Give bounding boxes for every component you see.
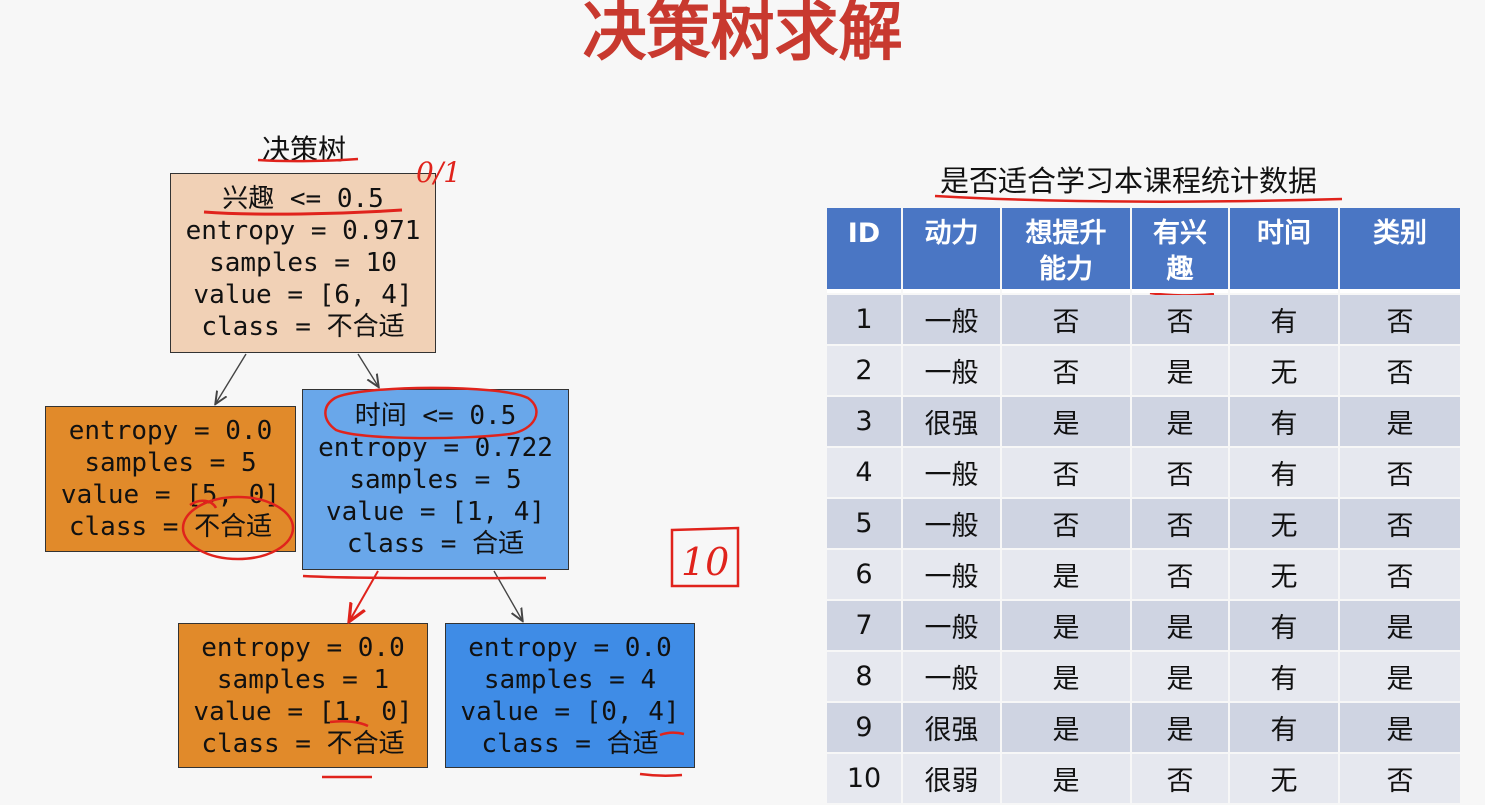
cell-improve: 是 [1002, 397, 1130, 446]
table-row: 6 一般是否无否 [827, 550, 1460, 599]
cell-id: 5 [827, 499, 901, 548]
cell-motivation: 一般 [903, 448, 1000, 497]
header-class: 类别 [1340, 208, 1460, 293]
cell-class: 是 [1340, 601, 1460, 650]
data-table: ID 动力 想提升能力 有兴趣 时间 类别 1 一般否否有否 2 一般否是无否 3 很强是… [825, 206, 1462, 805]
table-row: 3 很强是是有是 [827, 397, 1460, 446]
table-row: 5 一般否否无否 [827, 499, 1460, 548]
cell-interest: 是 [1132, 346, 1228, 395]
cell-id: 7 [827, 601, 901, 650]
cell-time: 有 [1230, 703, 1338, 752]
cell-id: 6 [827, 550, 901, 599]
cell-time: 有 [1230, 397, 1338, 446]
cell-class: 否 [1340, 295, 1460, 344]
table-row: 1 一般否否有否 [827, 295, 1460, 344]
cell-interest: 否 [1132, 550, 1228, 599]
cell-id: 9 [827, 703, 901, 752]
table-row: 10 很弱是否无否 [827, 754, 1460, 803]
ink-ratio-label: 0/1 [416, 156, 461, 189]
cell-motivation: 一般 [903, 550, 1000, 599]
header-interest: 有兴趣 [1132, 208, 1228, 293]
ink-mark-ll-value [329, 719, 369, 728]
table-header-row: ID 动力 想提升能力 有兴趣 时间 类别 [827, 208, 1460, 293]
cell-interest: 否 [1132, 754, 1228, 803]
cell-motivation: 一般 [903, 499, 1000, 548]
cell-time: 无 [1230, 346, 1338, 395]
cell-improve: 是 [1002, 703, 1130, 752]
header-improve: 想提升能力 [1002, 208, 1130, 293]
cell-time: 无 [1230, 754, 1338, 803]
cell-id: 8 [827, 652, 901, 701]
cell-interest: 是 [1132, 703, 1228, 752]
ink-underline-caption [257, 157, 359, 163]
cell-motivation: 一般 [903, 601, 1000, 650]
cell-class: 是 [1340, 397, 1460, 446]
cell-class: 否 [1340, 754, 1460, 803]
cell-id: 4 [827, 448, 901, 497]
ink-mark-lr-value [659, 731, 685, 737]
table-row: 4 一般否否有否 [827, 448, 1460, 497]
header-time: 时间 [1230, 208, 1338, 293]
cell-id: 1 [827, 295, 901, 344]
cell-interest: 否 [1132, 448, 1228, 497]
edge-root-left [216, 353, 247, 403]
table-row: 8 一般是是有是 [827, 652, 1460, 701]
cell-id: 10 [827, 754, 901, 803]
cell-motivation: 很强 [903, 397, 1000, 446]
cell-time: 有 [1230, 601, 1338, 650]
ink-underline-root-rule [203, 208, 403, 216]
ink-underline-lr-class [639, 772, 683, 777]
table-row: 2 一般否是无否 [827, 346, 1460, 395]
cell-id: 2 [827, 346, 901, 395]
cell-time: 无 [1230, 550, 1338, 599]
cell-motivation: 一般 [903, 346, 1000, 395]
cell-improve: 否 [1002, 295, 1130, 344]
cell-improve: 是 [1002, 652, 1130, 701]
table-body: 1 一般否否有否 2 一般否是无否 3 很强是是有是 4 一般否否有否 5 一般否否无否 6 一般是否… [827, 295, 1460, 803]
ink-ellipse-right-rule [324, 386, 538, 440]
cell-time: 有 [1230, 652, 1338, 701]
cell-class: 否 [1340, 499, 1460, 548]
cell-improve: 是 [1002, 754, 1130, 803]
cell-interest: 是 [1132, 601, 1228, 650]
header-id: ID [827, 208, 901, 293]
ink-count-label: 10 [681, 540, 729, 584]
ink-underline-right-node [302, 574, 547, 580]
table-row: 9 很强是是有是 [827, 703, 1460, 752]
cell-improve: 否 [1002, 346, 1130, 395]
cell-class: 否 [1340, 448, 1460, 497]
cell-motivation: 一般 [903, 652, 1000, 701]
edge-root-right [357, 353, 378, 386]
header-improve-text: 想提升能力 [1025, 218, 1107, 285]
cell-motivation: 很强 [903, 703, 1000, 752]
header-motivation: 动力 [903, 208, 1000, 293]
cell-class: 否 [1340, 346, 1460, 395]
cell-class: 否 [1340, 550, 1460, 599]
cell-time: 有 [1230, 448, 1338, 497]
cell-improve: 是 [1002, 550, 1130, 599]
cell-motivation: 很弱 [903, 754, 1000, 803]
header-interest-text: 有兴趣 [1153, 218, 1207, 285]
cell-interest: 是 [1132, 652, 1228, 701]
cell-class: 是 [1340, 703, 1460, 752]
cell-time: 有 [1230, 295, 1338, 344]
cell-improve: 否 [1002, 448, 1130, 497]
cell-interest: 否 [1132, 499, 1228, 548]
cell-interest: 是 [1132, 397, 1228, 446]
cell-improve: 是 [1002, 601, 1130, 650]
table-caption: 是否适合学习本课程统计数据 [940, 164, 1318, 198]
table-row: 7 一般是是有是 [827, 601, 1460, 650]
cell-time: 无 [1230, 499, 1338, 548]
cell-motivation: 一般 [903, 295, 1000, 344]
ink-circle-left-class [181, 495, 295, 561]
cell-interest: 否 [1132, 295, 1228, 344]
cell-class: 是 [1340, 652, 1460, 701]
cell-id: 3 [827, 397, 901, 446]
cell-improve: 否 [1002, 499, 1130, 548]
